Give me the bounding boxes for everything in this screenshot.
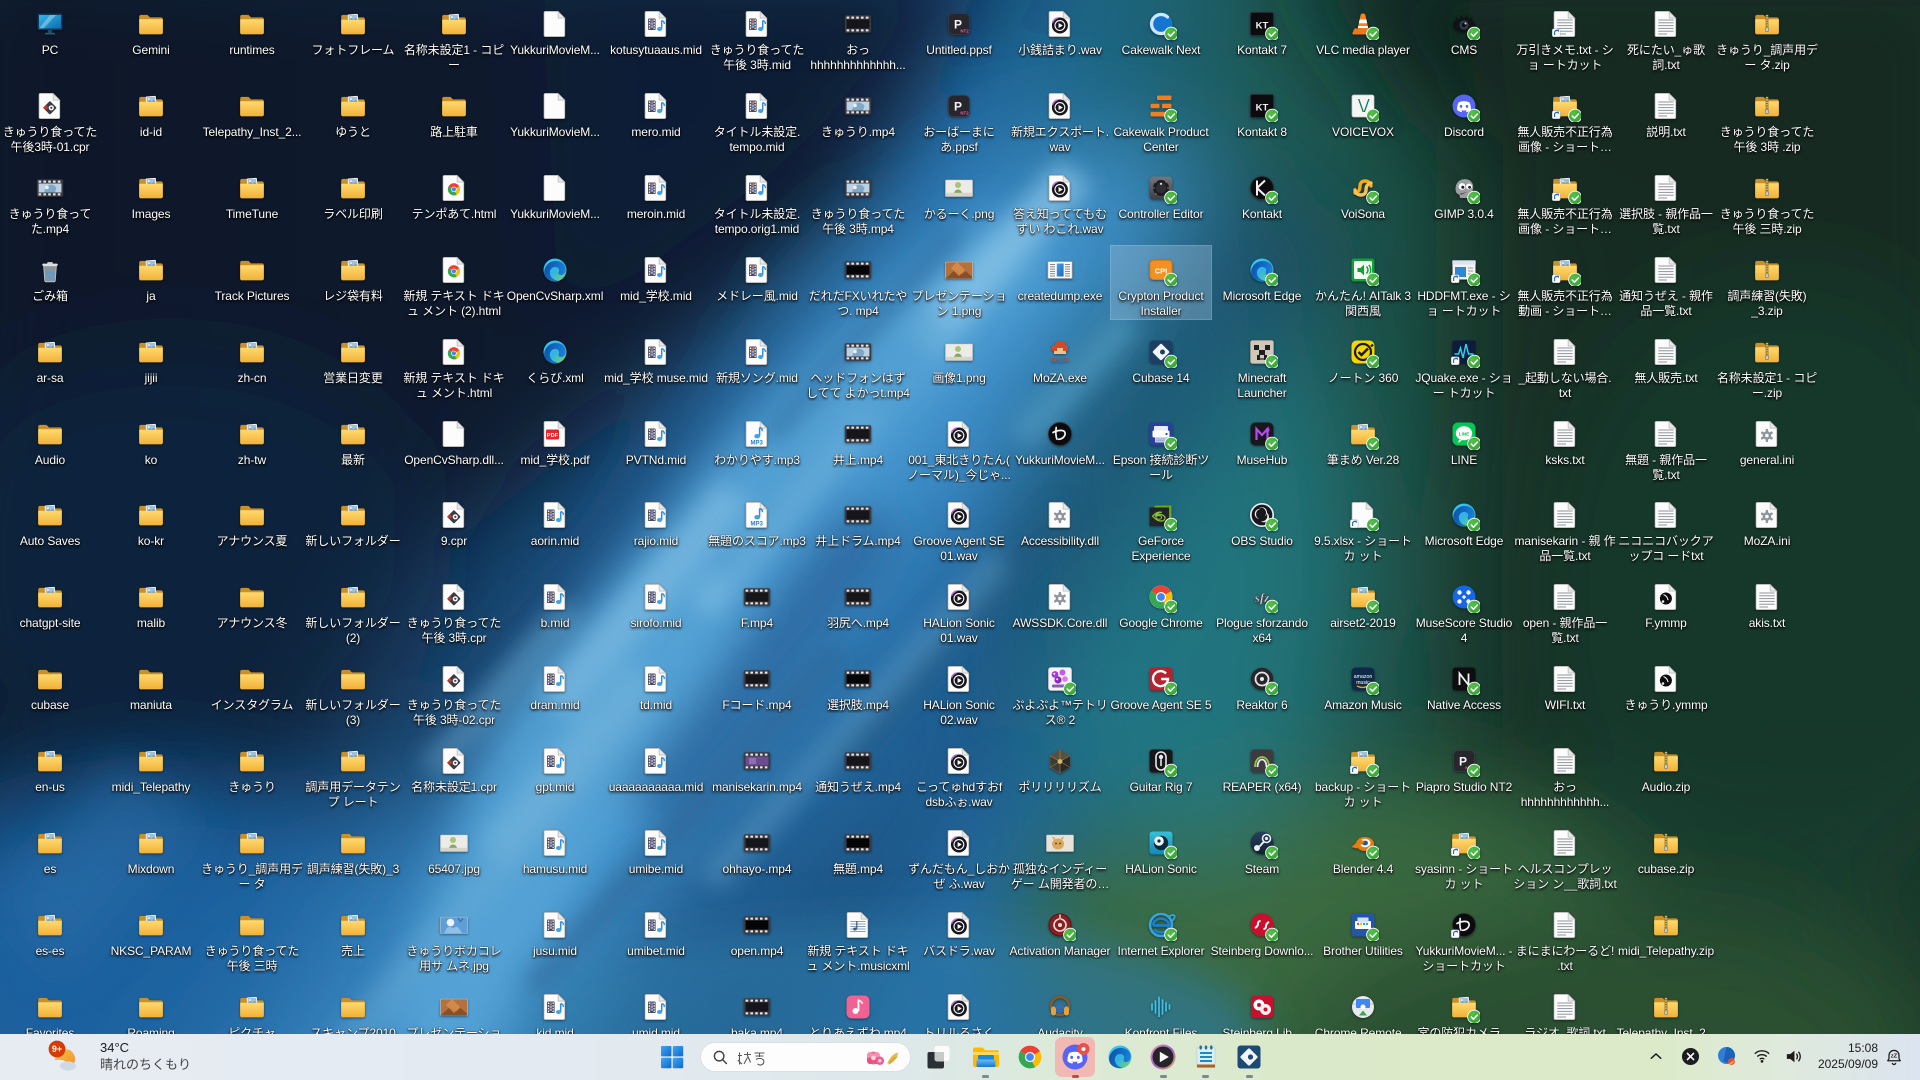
svg-text:zZ: zZ (1891, 1053, 1898, 1059)
svg-text:9+: 9+ (52, 1044, 62, 1054)
